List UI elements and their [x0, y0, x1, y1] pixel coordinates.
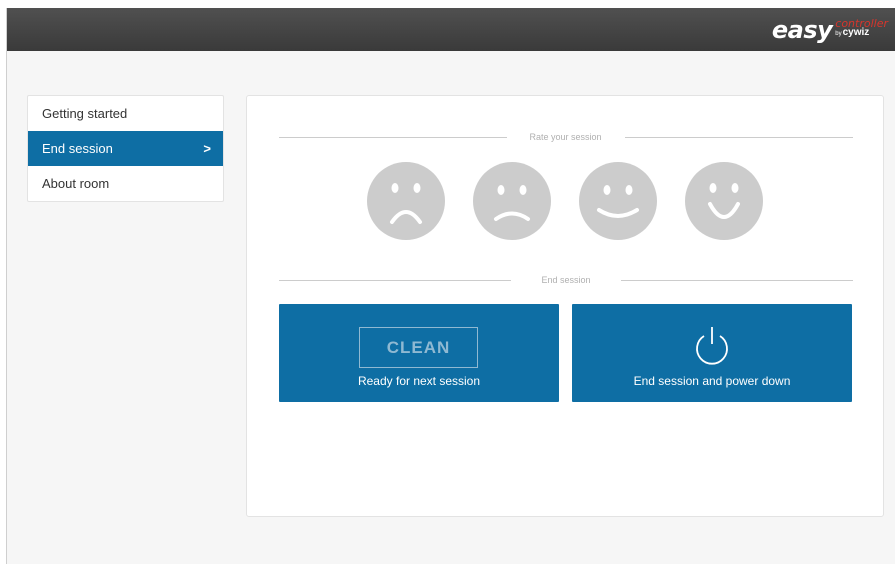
- end-session-divider: End session: [279, 274, 853, 286]
- logo-by: by: [835, 31, 842, 37]
- clean-badge: CLEAN: [359, 327, 478, 368]
- sidebar-item-label: Getting started: [42, 106, 128, 121]
- very-happy-face-icon[interactable]: [685, 162, 763, 240]
- rate-session-heading: Rate your session: [529, 132, 602, 142]
- sad-face-icon[interactable]: [473, 162, 551, 240]
- sidebar-item-label: End session: [42, 141, 113, 156]
- logo-word: easy: [771, 16, 833, 44]
- power-down-label: End session and power down: [633, 374, 791, 388]
- end-session-heading: End session: [541, 275, 591, 285]
- sidebar-menu: Getting started End session > About room: [27, 95, 224, 202]
- app-window: easy controller by cywiz Getting started…: [6, 8, 895, 564]
- end-session-panel: Rate your session End session CLEAN Read…: [246, 95, 884, 517]
- top-bar: easy controller by cywiz: [7, 8, 895, 51]
- sidebar-item-label: About room: [42, 176, 110, 191]
- sidebar-item-about-room[interactable]: About room: [28, 166, 223, 201]
- sidebar-item-end-session[interactable]: End session >: [28, 131, 223, 166]
- chevron-right-icon: >: [203, 141, 211, 156]
- easy-controller-logo: easy controller by cywiz: [772, 16, 888, 44]
- very-sad-face-icon[interactable]: [367, 162, 445, 240]
- ready-next-session-label: Ready for next session: [357, 374, 481, 388]
- power-icon: [696, 327, 728, 365]
- power-down-button[interactable]: End session and power down: [572, 304, 852, 402]
- happy-face-icon[interactable]: [579, 162, 657, 240]
- logo-brand: cywiz: [842, 27, 870, 38]
- rate-session-divider: Rate your session: [279, 131, 853, 143]
- ready-next-session-button[interactable]: CLEAN Ready for next session: [279, 304, 559, 402]
- sidebar-item-getting-started[interactable]: Getting started: [28, 96, 223, 131]
